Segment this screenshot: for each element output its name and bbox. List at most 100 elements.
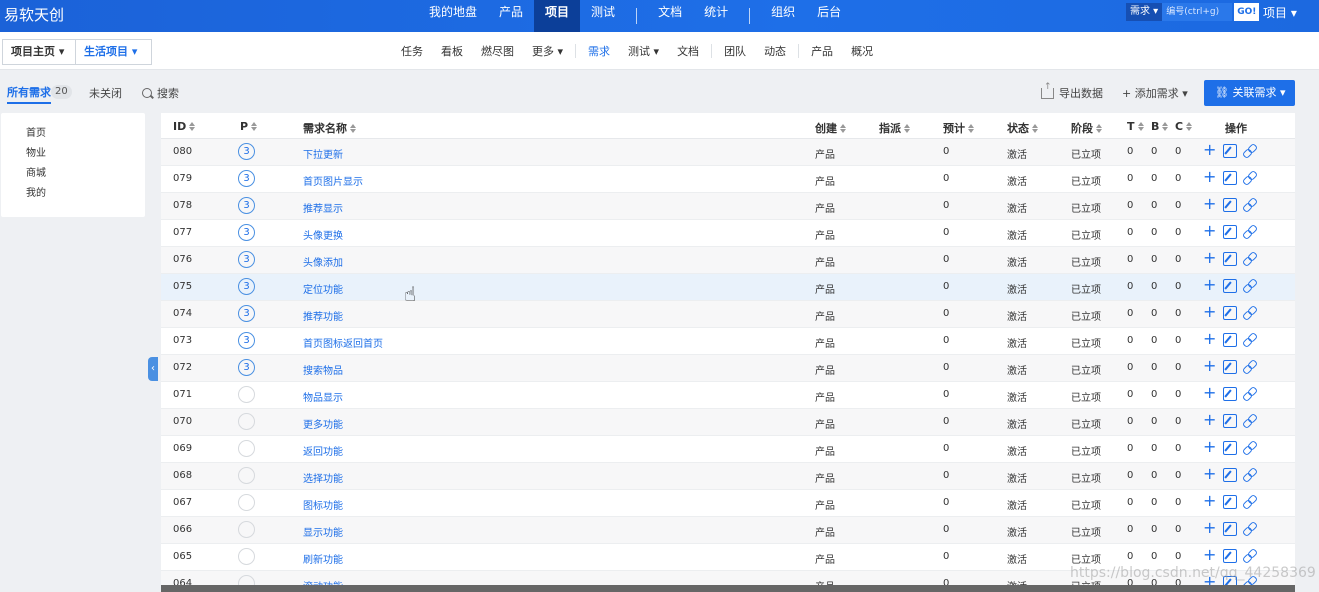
story-name-link[interactable]: 物品显示 [303, 389, 343, 404]
col-id[interactable]: ID [173, 120, 196, 133]
table-row[interactable]: 069 返回功能 产品 0 激活 已立项 0 0 0 + [161, 436, 1295, 463]
link-icon[interactable] [1243, 279, 1257, 293]
col-status[interactable]: 状态 [1007, 120, 1038, 136]
subnav-kanban[interactable]: 看板 [432, 43, 472, 59]
module-item[interactable]: 我的 [26, 184, 46, 199]
quick-go-button[interactable]: GO! [1234, 3, 1260, 21]
add-subtask-icon[interactable]: + [1203, 331, 1217, 347]
quick-type-select[interactable]: 需求 ▾ [1126, 3, 1163, 21]
link-icon[interactable] [1243, 522, 1257, 536]
nav-doc[interactable]: 文档 [647, 0, 693, 32]
add-subtask-icon[interactable]: + [1203, 223, 1217, 239]
edit-icon[interactable] [1223, 225, 1237, 239]
table-row[interactable]: 073 首页图标返回首页 产品 0 激活 已立项 0 0 0 3 + [161, 328, 1295, 355]
add-subtask-icon[interactable]: + [1203, 520, 1217, 536]
link-icon[interactable] [1243, 495, 1257, 509]
story-name-link[interactable]: 刷新功能 [303, 551, 343, 566]
link-icon[interactable] [1243, 333, 1257, 347]
story-name-link[interactable]: 图标功能 [303, 497, 343, 512]
story-name-link[interactable]: 推荐功能 [303, 308, 343, 323]
col-tasks[interactable]: T [1127, 120, 1144, 133]
edit-icon[interactable] [1223, 360, 1237, 374]
link-icon[interactable] [1243, 441, 1257, 455]
nav-my[interactable]: 我的地盘 [418, 0, 488, 32]
add-subtask-icon[interactable]: + [1203, 547, 1217, 563]
table-row[interactable]: 075 定位功能 产品 0 激活 已立项 0 0 0 3 + [161, 274, 1295, 301]
add-subtask-icon[interactable]: + [1203, 439, 1217, 455]
module-item[interactable]: 商城 [26, 164, 46, 179]
project-menu[interactable]: 项目 ▾ [1263, 4, 1297, 21]
table-row[interactable]: 078 推荐显示 产品 0 激活 已立项 0 0 0 3 + [161, 193, 1295, 220]
module-item[interactable]: 物业 [26, 144, 46, 159]
edit-icon[interactable] [1223, 279, 1237, 293]
nav-stats[interactable]: 统计 [693, 0, 739, 32]
edit-icon[interactable] [1223, 468, 1237, 482]
story-name-link[interactable]: 搜索物品 [303, 362, 343, 377]
col-stage[interactable]: 阶段 [1071, 120, 1102, 136]
edit-icon[interactable] [1223, 414, 1237, 428]
edit-icon[interactable] [1223, 198, 1237, 212]
add-subtask-icon[interactable]: + [1203, 493, 1217, 509]
link-icon[interactable] [1243, 225, 1257, 239]
table-row[interactable]: 079 首页图片显示 产品 0 激活 已立项 0 0 0 3 + [161, 166, 1295, 193]
table-row[interactable]: 071 物品显示 产品 0 激活 已立项 0 0 0 + [161, 382, 1295, 409]
subnav-team[interactable]: 团队 [715, 43, 755, 59]
edit-icon[interactable] [1223, 171, 1237, 185]
table-row[interactable]: 070 更多功能 产品 0 激活 已立项 0 0 0 + [161, 409, 1295, 436]
col-bugs[interactable]: B [1151, 120, 1169, 133]
export-button[interactable]: 导出数据 [1041, 82, 1103, 101]
nav-project[interactable]: 项目 [534, 0, 581, 32]
story-name-link[interactable]: 返回功能 [303, 443, 343, 458]
module-item[interactable]: 首页 [26, 124, 46, 139]
story-name-link[interactable]: 滚动功能 [303, 578, 343, 585]
link-story-button[interactable]: ⛓ 关联需求 ▾ [1204, 80, 1295, 106]
subnav-test[interactable]: 测试 ▾ [619, 43, 668, 59]
story-name-link[interactable]: 显示功能 [303, 524, 343, 539]
edit-icon[interactable] [1223, 549, 1237, 563]
nav-org[interactable]: 组织 [760, 0, 806, 32]
table-row[interactable]: 074 推荐功能 产品 0 激活 已立项 0 0 0 3 + [161, 301, 1295, 328]
table-row[interactable]: 067 图标功能 产品 0 激活 已立项 0 0 0 + [161, 490, 1295, 517]
edit-icon[interactable] [1223, 333, 1237, 347]
link-icon[interactable] [1243, 387, 1257, 401]
link-icon[interactable] [1243, 144, 1257, 158]
link-icon[interactable] [1243, 549, 1257, 563]
col-priority[interactable]: P [240, 120, 258, 133]
table-row[interactable]: 076 头像添加 产品 0 激活 已立项 0 0 0 3 + [161, 247, 1295, 274]
table-row[interactable]: 068 选择功能 产品 0 激活 已立项 0 0 0 + [161, 463, 1295, 490]
link-icon[interactable] [1243, 252, 1257, 266]
subnav-doc[interactable]: 文档 [668, 43, 708, 59]
breadcrumb-project-select[interactable]: 生活项目 ▾ [75, 39, 153, 65]
sidebar-collapse-toggle[interactable]: ‹ [148, 357, 158, 381]
story-name-link[interactable]: 头像添加 [303, 254, 343, 269]
edit-icon[interactable] [1223, 306, 1237, 320]
brand-logo[interactable]: 易软天创 [4, 4, 64, 25]
link-icon[interactable] [1243, 171, 1257, 185]
add-subtask-icon[interactable]: + [1203, 358, 1217, 374]
story-name-link[interactable]: 下拉更新 [303, 146, 343, 161]
tab-unclosed[interactable]: 未关闭 [89, 85, 122, 101]
table-row[interactable]: 072 搜索物品 产品 0 激活 已立项 0 0 0 3 + [161, 355, 1295, 382]
horizontal-scrollbar[interactable] [161, 585, 1295, 592]
col-assign[interactable]: 指派 [879, 120, 910, 136]
edit-icon[interactable] [1223, 387, 1237, 401]
col-name[interactable]: 需求名称 [303, 120, 356, 136]
subnav-burndown[interactable]: 燃尽图 [472, 43, 523, 59]
col-estimate[interactable]: 预计 [943, 120, 974, 136]
table-row[interactable]: 066 显示功能 产品 0 激活 已立项 0 0 0 + [161, 517, 1295, 544]
subnav-dynamic[interactable]: 动态 [755, 43, 795, 59]
link-icon[interactable] [1243, 198, 1257, 212]
subnav-story[interactable]: 需求 [579, 43, 619, 59]
table-row[interactable]: 077 头像更换 产品 0 激活 已立项 0 0 0 3 + [161, 220, 1295, 247]
subnav-overview[interactable]: 概况 [842, 43, 882, 59]
add-subtask-icon[interactable]: + [1203, 304, 1217, 320]
edit-icon[interactable] [1223, 144, 1237, 158]
link-icon[interactable] [1243, 306, 1257, 320]
search-button[interactable]: 搜索 [142, 85, 179, 101]
add-subtask-icon[interactable]: + [1203, 196, 1217, 212]
add-subtask-icon[interactable]: + [1203, 142, 1217, 158]
col-cases[interactable]: C [1175, 120, 1193, 133]
nav-product[interactable]: 产品 [488, 0, 534, 32]
story-name-link[interactable]: 选择功能 [303, 470, 343, 485]
edit-icon[interactable] [1223, 441, 1237, 455]
